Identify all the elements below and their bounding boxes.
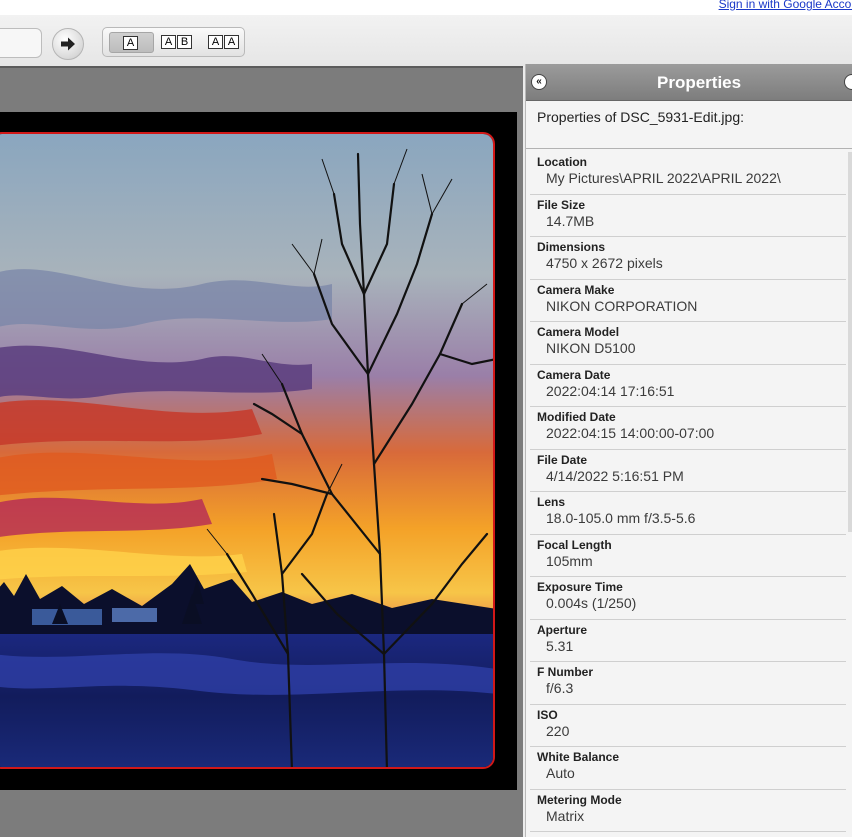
view-split-button[interactable]: A A — [204, 32, 242, 53]
properties-panel: « Properties Properties of DSC_5931-Edit… — [525, 64, 852, 837]
view-single-box: A — [123, 36, 138, 50]
property-label: File Size — [537, 197, 586, 212]
property-row: Exposure Time 0.004s (1/250) — [530, 577, 846, 620]
property-row: Modified Date 2022:04:15 14:00:00-07:00 — [530, 407, 846, 450]
sign-in-link[interactable]: Sign in with Google Accou — [719, 0, 852, 11]
property-row: Dimensions 4750 x 2672 pixels — [530, 237, 846, 280]
property-row: File Date 4/14/2022 5:16:51 PM — [530, 449, 846, 492]
double-chevron-left-icon[interactable]: « — [531, 74, 547, 90]
property-value: 220 — [546, 722, 570, 739]
property-label: Aperture — [537, 622, 588, 637]
view-split-box-right: A — [224, 35, 239, 49]
property-label: F Number — [537, 665, 594, 679]
property-label: Camera Model — [537, 325, 620, 339]
top-strip: Sign in with Google Accou — [0, 0, 852, 15]
property-row: White Balance Auto — [530, 747, 846, 790]
property-row: F Number f/6.3 — [530, 662, 846, 705]
panel-title: Properties — [657, 73, 742, 92]
property-label: Exposure Time — [537, 580, 623, 594]
properties-subtitle: Properties of DSC_5931-Edit.jpg: — [537, 109, 744, 125]
divider — [526, 148, 852, 149]
property-value: 2022:04:15 14:00:00-07:00 — [546, 425, 715, 441]
property-row: Focal Length 105mm — [530, 534, 846, 577]
view-compare-button[interactable]: A B — [157, 32, 201, 53]
property-value: My Pictures\APRIL 2022\APRIL 2022\ — [546, 170, 781, 186]
properties-header: « Properties — [526, 64, 852, 101]
view-mode-group: A A B A A — [102, 27, 245, 57]
property-row: ISO 220 — [530, 704, 846, 747]
property-label: File Date — [537, 452, 588, 467]
view-compare-box-b: B — [177, 35, 192, 49]
photo-preview[interactable] — [0, 132, 495, 769]
toolbar-left-button[interactable] — [0, 28, 42, 58]
property-value: Auto — [546, 765, 575, 781]
property-row: Camera Date 2022:04:14 17:16:51 — [530, 364, 846, 407]
property-label: Metering Mode — [537, 792, 622, 807]
property-row: Lens 18.0-105.0 mm f/3.5-5.6 — [530, 492, 846, 535]
property-value: NIKON D5100 — [546, 340, 636, 356]
next-image-button[interactable] — [52, 28, 84, 60]
property-label: Dimensions — [537, 240, 606, 254]
property-label: Camera Make — [537, 282, 615, 297]
property-label: Location — [537, 155, 587, 169]
close-icon[interactable] — [844, 74, 852, 90]
property-value: Matrix — [546, 807, 585, 824]
property-value: 4/14/2022 5:16:51 PM — [546, 467, 684, 484]
property-row: Aperture 5.31 — [530, 619, 846, 662]
property-value: f/6.3 — [546, 680, 574, 696]
view-single-button[interactable]: A — [109, 32, 154, 53]
scrollbar[interactable] — [848, 152, 852, 532]
property-value: 18.0-105.0 mm f/3.5-5.6 — [546, 510, 696, 526]
property-label: Modified Date — [537, 410, 616, 424]
property-value: 5.31 — [546, 637, 574, 654]
sunset-photo — [0, 134, 493, 767]
property-row: File Size 14.7MB — [530, 194, 846, 237]
image-canvas[interactable] — [0, 66, 523, 837]
property-value: 2022:04:14 17:16:51 — [546, 382, 675, 399]
canvas-top-border — [0, 66, 523, 68]
property-value: 4750 x 2672 pixels — [546, 255, 663, 271]
property-label: ISO — [537, 707, 558, 722]
property-label: Lens — [537, 495, 566, 509]
property-row: Metering Mode Matrix — [530, 789, 846, 832]
property-value: NIKON CORPORATION — [546, 297, 698, 314]
property-value: 105mm — [546, 552, 593, 569]
property-row: Location My Pictures\APRIL 2022\APRIL 202… — [530, 152, 846, 195]
property-label: Focal Length — [537, 537, 612, 552]
view-split-box-left: A — [208, 35, 223, 49]
property-row: Camera Model NIKON D5100 — [530, 322, 846, 365]
property-row: Camera Make NIKON CORPORATION — [530, 279, 846, 322]
photo-matte — [0, 112, 517, 790]
properties-list: Location My Pictures\APRIL 2022\APRIL 202… — [530, 152, 846, 832]
view-compare-box-a: A — [161, 35, 176, 49]
property-value: 0.004s (1/250) — [546, 595, 637, 611]
property-label: Camera Date — [537, 367, 611, 382]
property-label: White Balance — [537, 750, 620, 764]
arrow-right-icon — [60, 37, 76, 51]
property-value: 14.7MB — [546, 212, 595, 229]
